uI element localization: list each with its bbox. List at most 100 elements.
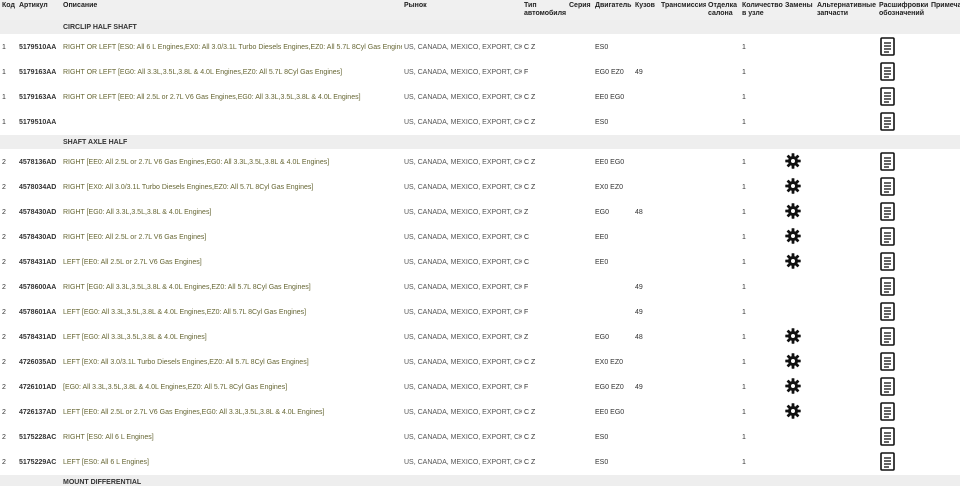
cell-trim [706,249,740,275]
document-icon[interactable] [880,376,895,396]
col-header-transmission[interactable]: Трансмиссия [659,0,706,20]
col-header-market[interactable]: Рынок [402,0,522,20]
cell-series [567,349,593,375]
gear-icon[interactable] [785,378,801,394]
cell-series [567,149,593,175]
cell-sku[interactable]: 5179163AA [17,59,61,85]
col-header-notes[interactable]: Примечания [929,0,960,20]
col-header-body[interactable]: Кузов [633,0,659,20]
cell-trim [706,224,740,250]
document-icon[interactable] [880,111,895,131]
document-icon[interactable] [880,326,895,346]
gear-icon[interactable] [785,403,801,419]
col-header-description[interactable]: Описание [61,0,402,20]
col-header-designations[interactable]: Расшифровки обозначений [877,0,929,20]
cell-sku[interactable]: 5175228AC [17,424,61,450]
col-header-vehicle-type[interactable]: Тип автомобиля [522,0,567,20]
col-header-quantity[interactable]: Количество в узле [740,0,783,20]
table-row[interactable]: 2 4578600AA RIGHT [EG0: All 3.3L,3.5L,3.… [0,274,960,300]
document-icon[interactable] [880,351,895,371]
document-icon[interactable] [880,251,895,271]
document-icon[interactable] [880,151,895,171]
table-row[interactable]: 2 4726101AD [EG0: All 3.3L,3.5L,3.8L & 4… [0,374,960,400]
table-row[interactable]: 2 4578601AA LEFT [EG0: All 3.3L,3.5L,3.8… [0,299,960,325]
cell-sku[interactable]: 5179163AA [17,84,61,110]
cell-designations [877,424,929,450]
cell-description: LEFT [EX0: All 3.0/3.1L Turbo Diesels En… [61,349,402,375]
cell-description: RIGHT [ES0: All 6 L Engines] [61,424,402,450]
table-row[interactable]: 2 4578136AD RIGHT [EE0: All 2.5L or 2.7L… [0,149,960,175]
cell-sku[interactable]: 4578430AD [17,199,61,225]
table-row[interactable]: 2 5175229AC LEFT [ES0: All 6 L Engines] … [0,449,960,475]
document-icon[interactable] [880,226,895,246]
document-icon[interactable] [880,276,895,296]
col-header-replacements[interactable]: Замены [783,0,815,20]
group-label: CIRCLIP HALF SHAFT [61,20,960,35]
gear-icon[interactable] [785,228,801,244]
cell-sku[interactable]: 4726101AD [17,374,61,400]
cell-sku[interactable]: 5179510AA [17,109,61,135]
table-row[interactable]: 2 4578431AD LEFT [EE0: All 2.5L or 2.7L … [0,249,960,275]
cell-sku[interactable]: 4726035AD [17,349,61,375]
cell-market: US, CANADA, MEXICO, EXPORT, CKD [402,424,522,450]
document-icon[interactable] [880,426,895,446]
table-row[interactable]: 1 5179510AA RIGHT OR LEFT [ES0: All 6 L … [0,34,960,60]
col-header-series[interactable]: Серия [567,0,593,20]
cell-sku[interactable]: 5179510AA [17,34,61,60]
gear-icon[interactable] [785,178,801,194]
cell-body: 48 [633,324,659,350]
cell-market: US, CANADA, MEXICO, EXPORT, CKD [402,199,522,225]
table-row[interactable]: 1 5179163AA RIGHT OR LEFT [EG0: All 3.3L… [0,59,960,85]
col-header-code[interactable]: Код [0,0,17,20]
cell-sku[interactable]: 4578431AD [17,249,61,275]
cell-market: US, CANADA, MEXICO, EXPORT, CKD [402,349,522,375]
group-row: SHAFT AXLE HALF [0,134,960,150]
table-row[interactable]: 1 5179163AA RIGHT OR LEFT [EE0: All 2.5L… [0,84,960,110]
gear-icon[interactable] [785,353,801,369]
gear-icon[interactable] [785,203,801,219]
cell-sku[interactable]: 5175229AC [17,449,61,475]
cell-vehicle-type: F [522,274,567,300]
cell-series [567,324,593,350]
table-row[interactable]: 2 4578034AD RIGHT [EX0: All 3.0/3.1L Tur… [0,174,960,200]
cell-market: US, CANADA, MEXICO, EXPORT, CKD [402,34,522,60]
col-header-alternatives[interactable]: Альтернативные запчасти [815,0,877,20]
document-icon[interactable] [880,201,895,221]
table-row[interactable]: 2 4578430AD RIGHT [EG0: All 3.3L,3.5L,3.… [0,199,960,225]
cell-designations [877,224,929,250]
table-row[interactable]: 2 5175228AC RIGHT [ES0: All 6 L Engines]… [0,424,960,450]
parts-catalog-page: Код Артикул Описание Рынок Тип автомобил… [0,0,960,486]
table-row[interactable]: 2 4578431AD LEFT [EG0: All 3.3L,3.5L,3.8… [0,324,960,350]
cell-sku[interactable]: 4578430AD [17,224,61,250]
document-icon[interactable] [880,401,895,421]
cell-market: US, CANADA, MEXICO, EXPORT, CKD [402,84,522,110]
cell-sku[interactable]: 4578136AD [17,149,61,175]
table-row[interactable]: 1 5179510AA US, CANADA, MEXICO, EXPORT, … [0,109,960,135]
document-icon[interactable] [880,301,895,321]
document-icon[interactable] [880,86,895,106]
cell-designations [877,174,929,200]
cell-code: 2 [0,199,17,225]
col-header-trim[interactable]: Отделка салона [706,0,740,20]
cell-sku[interactable]: 4578431AD [17,324,61,350]
cell-body [633,149,659,175]
document-icon[interactable] [880,451,895,471]
table-row[interactable]: 2 4578430AD RIGHT [EE0: All 2.5L or 2.7L… [0,224,960,250]
cell-vehicle-type: F [522,299,567,325]
table-row[interactable]: 2 4726137AD LEFT [EE0: All 2.5L or 2.7L … [0,399,960,425]
document-icon[interactable] [880,176,895,196]
cell-vehicle-type: Z [522,324,567,350]
cell-sku[interactable]: 4726137AD [17,399,61,425]
table-row[interactable]: 2 4726035AD LEFT [EX0: All 3.0/3.1L Turb… [0,349,960,375]
gear-icon[interactable] [785,328,801,344]
col-header-sku[interactable]: Артикул [17,0,61,20]
gear-icon[interactable] [785,153,801,169]
col-header-engine[interactable]: Двигатель [593,0,633,20]
cell-sku[interactable]: 4578600AA [17,274,61,300]
gear-icon[interactable] [785,253,801,269]
parts-table: Код Артикул Описание Рынок Тип автомобил… [0,0,960,486]
cell-sku[interactable]: 4578601AA [17,299,61,325]
cell-sku[interactable]: 4578034AD [17,174,61,200]
document-icon[interactable] [880,61,895,81]
document-icon[interactable] [880,36,895,56]
